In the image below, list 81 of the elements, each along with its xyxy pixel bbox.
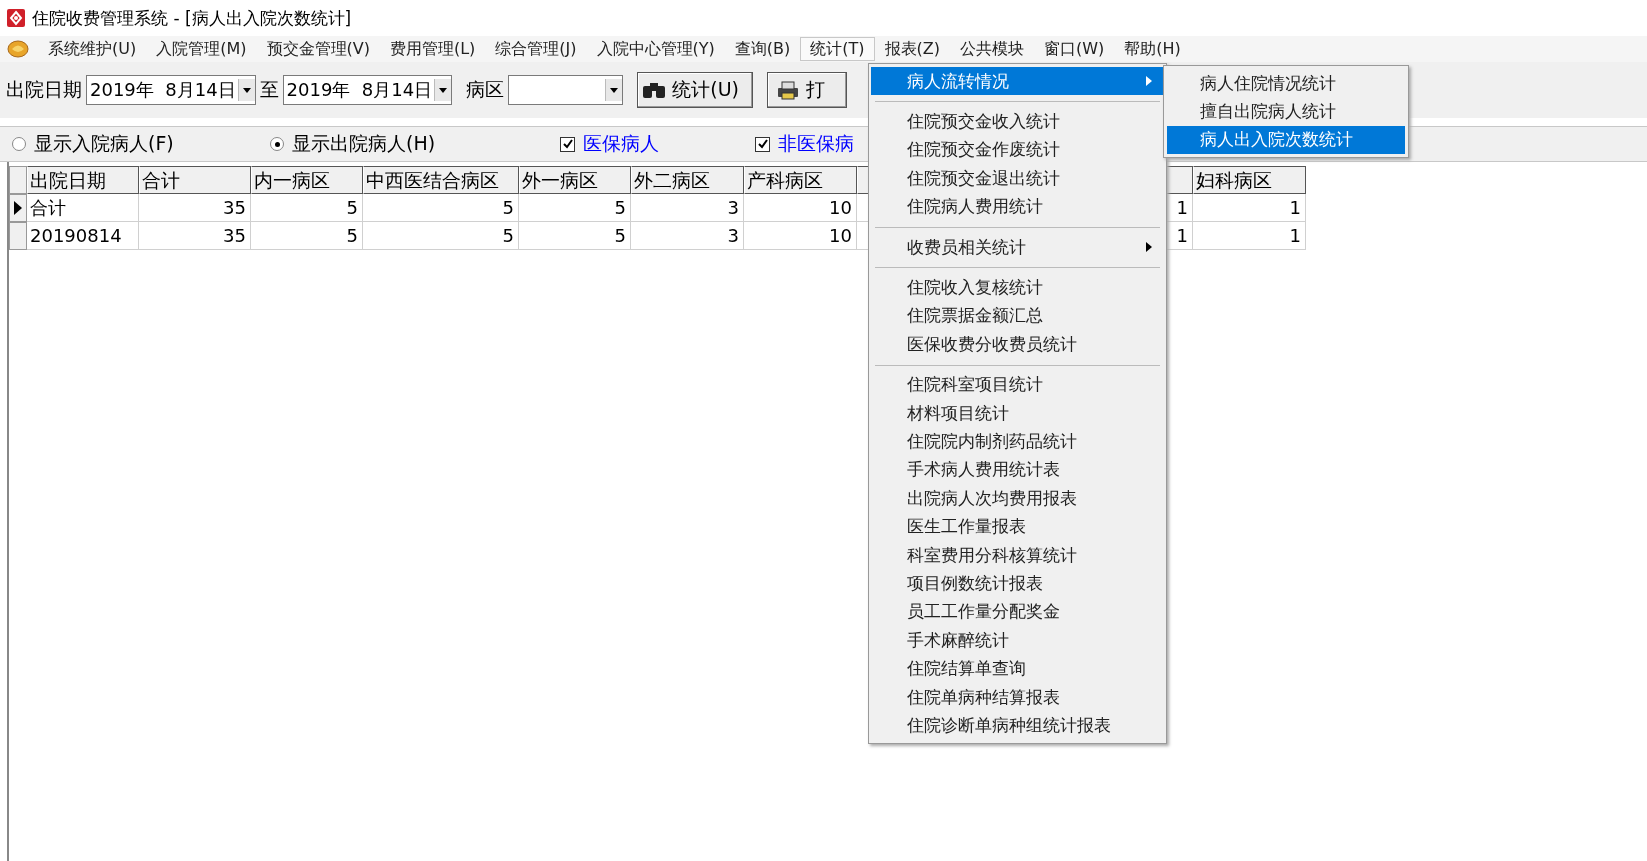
checkmark-icon	[756, 138, 769, 150]
menu-entry[interactable]: 手术病人费用统计表	[871, 455, 1164, 485]
menu-entry[interactable]: 住院收入复核统计	[871, 273, 1164, 302]
table-cell: 5	[363, 222, 519, 250]
checkbox-option[interactable]: 非医保病	[755, 131, 854, 157]
radio-option[interactable]: 显示入院病人(F)	[12, 131, 270, 157]
app-menu-icon[interactable]	[6, 38, 30, 60]
stats-button[interactable]: 统计(U)	[637, 72, 754, 108]
column-header[interactable]: 妇科病区	[1193, 166, 1306, 194]
table-cell: 5	[363, 194, 519, 222]
menu-entry[interactable]: 医保收费分收费员统计	[871, 330, 1164, 359]
menu-entry[interactable]: 住院院内制剂药品统计	[871, 427, 1164, 456]
app-logo-icon	[6, 8, 26, 28]
menu-entry[interactable]: 病人出入院次数统计	[1167, 125, 1405, 155]
table-cell: 20190814	[27, 222, 139, 250]
radio-option[interactable]: 显示出院病人(H)	[270, 131, 560, 157]
menu-entry[interactable]: 住院单病种结算报表	[871, 682, 1164, 712]
table-cell: 35	[139, 194, 251, 222]
ward-label: 病区	[466, 77, 505, 102]
menu-entry[interactable]: 住院科室项目统计	[871, 370, 1164, 399]
menu-item[interactable]: 统计(T)	[800, 37, 875, 61]
menu-item[interactable]: 查询(B)	[724, 37, 801, 61]
menu-item[interactable]: 系统维护(U)	[38, 37, 147, 61]
column-header[interactable]: 外一病区	[519, 166, 631, 194]
table-cell: 5	[251, 194, 363, 222]
date-from-picker[interactable]: 2019年 8月14日	[86, 75, 256, 105]
menu-entry[interactable]: 擅自出院病人统计	[1167, 97, 1405, 126]
menu-entry[interactable]: 手术麻醉统计	[871, 626, 1164, 655]
column-header[interactable]: 中西医结合病区	[363, 166, 519, 194]
table-cell: 5	[519, 222, 631, 250]
menu-entry[interactable]: 住院结算单查询	[871, 654, 1164, 683]
column-header[interactable]: 外二病区	[631, 166, 744, 194]
menu-entry[interactable]: 住院预交金作废统计	[871, 135, 1164, 165]
menu-item[interactable]: 预交金管理(V)	[256, 37, 380, 61]
menu-item[interactable]: 综合管理(J)	[485, 37, 587, 61]
table-cell: 3	[631, 194, 744, 222]
menu-entry[interactable]: 材料项目统计	[871, 398, 1164, 428]
menu-entry[interactable]: 医生工作量报表	[871, 512, 1164, 541]
table-cell: 5	[519, 194, 631, 222]
menu-entry[interactable]: 科室费用分科核算统计	[871, 540, 1164, 570]
row-indicator[interactable]	[9, 194, 27, 222]
menu-item[interactable]: 费用管理(L)	[379, 37, 486, 61]
current-row-icon	[14, 201, 22, 215]
printer-icon	[776, 80, 801, 100]
column-header[interactable]: 内一病区	[251, 166, 363, 194]
date-label: 出院日期	[6, 77, 82, 102]
menu-entry[interactable]: 员工工作量分配奖金	[871, 597, 1164, 627]
menu-item[interactable]: 公共模块	[950, 37, 1034, 61]
menu-entry[interactable]: 项目例数统计报表	[871, 569, 1164, 598]
table-cell: 10	[744, 222, 857, 250]
table-cell: 1	[1193, 222, 1306, 250]
menu-item[interactable]: 窗口(W)	[1034, 37, 1115, 61]
menu-entry[interactable]: 住院诊断单病种组统计报表	[871, 711, 1164, 740]
menu-item[interactable]: 入院管理(M)	[146, 37, 257, 61]
header-corner	[9, 166, 27, 194]
menu-entry[interactable]: 住院预交金退出统计	[871, 164, 1164, 193]
menu-entry[interactable]: 出院病人次均费用报表	[871, 484, 1164, 513]
menu-item[interactable]: 入院中心管理(Y)	[586, 37, 725, 61]
menu-entry[interactable]: 住院票据金额汇总	[871, 301, 1164, 331]
checkmark-icon	[561, 138, 574, 150]
table-cell: 3	[631, 222, 744, 250]
table-cell: 合计	[27, 194, 139, 222]
checkbox-option[interactable]: 医保病人	[560, 131, 755, 157]
ward-dropdown[interactable]	[508, 75, 624, 105]
table-cell: 10	[744, 194, 857, 222]
menu-item[interactable]: 帮助(H)	[1114, 37, 1191, 61]
menu-entry[interactable]: 病人流转情况	[871, 67, 1164, 96]
table-cell: 35	[139, 222, 251, 250]
binoculars-icon	[642, 80, 667, 100]
column-header[interactable]: 合计	[139, 166, 251, 194]
to-label: 至	[259, 77, 279, 102]
window-title: 住院收费管理系统 - [病人出入院次数统计]	[32, 6, 352, 30]
menu-entry[interactable]: 住院预交金收入统计	[871, 107, 1164, 136]
menu-entry[interactable]: 病人住院情况统计	[1167, 69, 1405, 98]
column-header[interactable]: 出院日期	[27, 166, 139, 194]
table-cell: 5	[251, 222, 363, 250]
column-header[interactable]: 产科病区	[744, 166, 857, 194]
menu-item[interactable]: 报表(Z)	[874, 37, 950, 61]
print-button[interactable]: 打	[767, 72, 848, 108]
date-to-picker[interactable]: 2019年 8月14日	[282, 75, 453, 105]
table-cell: 1	[1193, 194, 1306, 222]
